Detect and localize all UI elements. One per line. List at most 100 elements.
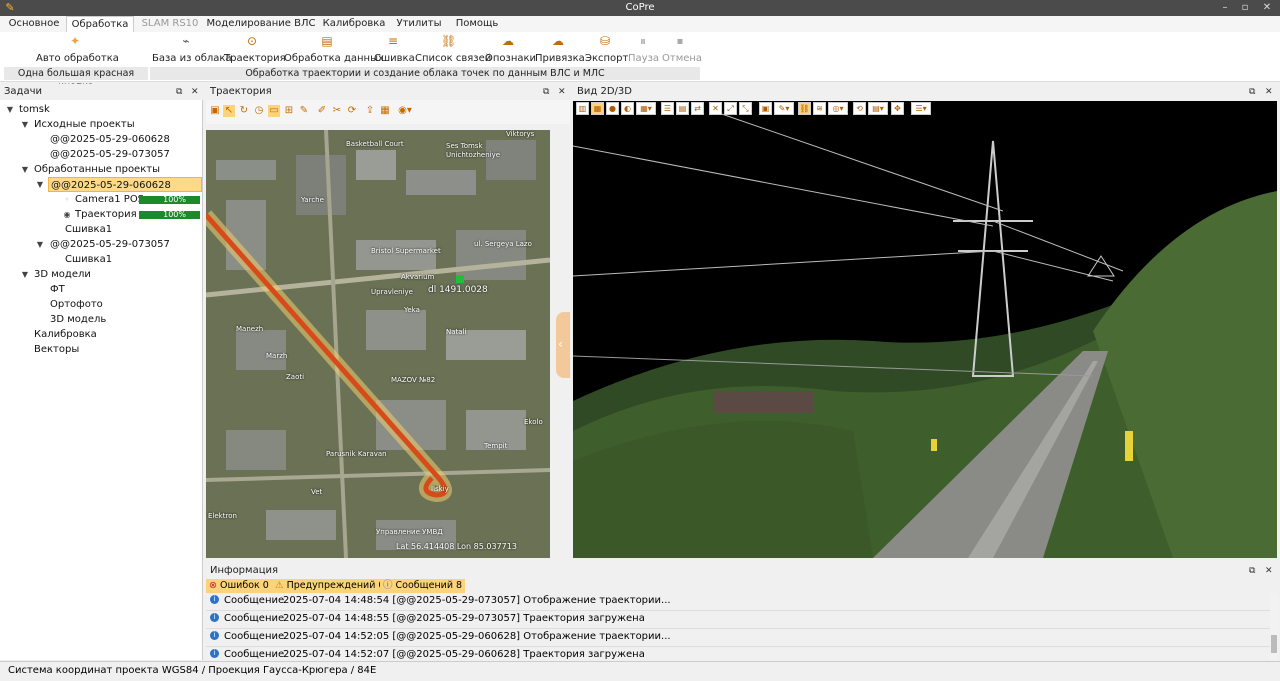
float-icon[interactable]: ⧉	[1249, 563, 1255, 579]
box-icon[interactable]: ▣	[759, 102, 772, 115]
tree-item-stitch-1[interactable]: Сшивка1	[65, 222, 112, 237]
menu-help[interactable]: Помощь	[450, 16, 504, 32]
stitch-button[interactable]: ≡ Сшивка	[374, 34, 415, 66]
slider-icon[interactable]: ☰	[661, 102, 674, 115]
collapse-handle[interactable]: ‹	[556, 312, 570, 378]
zoom-rect-icon[interactable]: ⊞	[283, 105, 295, 117]
menu-main[interactable]: Основное	[5, 16, 63, 32]
tree-item-vectors[interactable]: Векторы	[34, 342, 79, 357]
maximize-icon[interactable]: ▫	[1236, 0, 1254, 16]
binding-button[interactable]: ☁ Привязка	[535, 34, 585, 66]
log-row[interactable]: i Сообщение 2025-07-04 14:48:55 [@@2025-…	[206, 611, 1272, 629]
rotate-icon[interactable]: ↻	[238, 105, 250, 117]
tree-item-source-1[interactable]: @@2025-05-29-060628	[50, 132, 170, 147]
tree-item-processed-projects[interactable]: Обработанные проекты	[34, 162, 160, 177]
close-icon[interactable]: ✕	[1265, 563, 1273, 579]
expand-icon[interactable]: ▼	[20, 162, 30, 177]
data-processing-button[interactable]: ▤ Обработка данных	[284, 34, 384, 66]
axis-icon[interactable]: ⤢	[724, 102, 737, 115]
cancel-button[interactable]: ⏹ Отмена	[662, 34, 702, 66]
menu-processing[interactable]: Обработка	[66, 16, 134, 32]
tree-item-3d-models[interactable]: 3D модели	[34, 267, 91, 282]
rgb-icon[interactable]: ▦	[591, 102, 604, 115]
fit-view-icon[interactable]: ✥	[891, 102, 904, 115]
pause-button[interactable]: ⏸ Пауза	[628, 34, 659, 66]
trajectory-map[interactable]: Basketball Court Ses Tomsk Unichtozheniy…	[206, 130, 550, 558]
float-icon[interactable]: ⧉	[176, 84, 182, 100]
float-icon[interactable]: ⧉	[1249, 84, 1255, 100]
scrollbar-thumb[interactable]	[1271, 635, 1277, 653]
tree-item-ft[interactable]: ФТ	[50, 282, 65, 297]
tree-item-orthophoto[interactable]: Ортофото	[50, 297, 103, 312]
grid-dropdown-icon[interactable]: ▦▾	[636, 102, 656, 115]
auto-processing-button[interactable]: ✦ Авто обработка	[36, 34, 119, 66]
measure-icon[interactable]: ◷	[253, 105, 265, 117]
layers-view-icon[interactable]: ≋	[813, 102, 826, 115]
export-button[interactable]: ⛁ Экспорт	[585, 34, 628, 66]
log-row[interactable]: i Сообщение 2025-07-04 14:52:05 [@@2025-…	[206, 629, 1272, 647]
tree-item-processed-2[interactable]: @@2025-05-29-073057	[50, 237, 170, 252]
export-dropdown-icon[interactable]: ▤▾	[868, 102, 888, 115]
chevron-left-icon: ‹	[558, 337, 563, 351]
tree-item-source-2[interactable]: @@2025-05-29-073057	[50, 147, 170, 162]
tool-dropdown-icon[interactable]: ✎▾	[774, 102, 794, 115]
menu-utilities[interactable]: Утилиты	[392, 16, 446, 32]
menu-calibration[interactable]: Калибровка	[320, 16, 388, 32]
log-scrollbar[interactable]	[1270, 593, 1278, 660]
tree-item-trajectory[interactable]: Траектория	[75, 207, 137, 222]
pen-icon[interactable]: ✐	[316, 105, 328, 117]
cross-icon[interactable]: ✕	[709, 102, 722, 115]
tree-item-processed-1[interactable]: @@2025-05-29-060628	[48, 177, 202, 192]
cut-icon[interactable]: ✂	[331, 105, 343, 117]
export-map-icon[interactable]: ⇪	[364, 105, 376, 117]
scale-icon[interactable]: ⤡	[739, 102, 752, 115]
expand-icon[interactable]: ▼	[20, 267, 30, 282]
link-mode-icon[interactable]: ⛓	[798, 102, 811, 115]
expand-icon[interactable]: ▼	[20, 117, 30, 132]
close-icon[interactable]: ✕	[558, 84, 566, 100]
markers-button[interactable]: ☁ Опознаки	[485, 34, 536, 66]
menu-modeling[interactable]: Моделирование ВЛС	[206, 16, 316, 32]
expand-icon[interactable]: ▼	[5, 102, 15, 117]
float-icon[interactable]: ⧉	[543, 84, 549, 100]
minimize-icon[interactable]: –	[1216, 0, 1234, 16]
tree-item-tomsk[interactable]: tomsk	[19, 102, 50, 117]
flip-icon[interactable]: ⇄	[691, 102, 704, 115]
close-icon[interactable]: ✕	[191, 84, 199, 100]
tree-item-calibration[interactable]: Калибровка	[34, 327, 97, 342]
tree-item-stitch-2[interactable]: Сшивка1	[65, 252, 112, 267]
trajectory-button[interactable]: ⊙ Траектория	[224, 34, 286, 66]
window-title: CoPre	[625, 2, 655, 13]
layers-icon[interactable]: ▣	[209, 105, 221, 117]
settings-dropdown-icon[interactable]: ☰▾	[911, 102, 931, 115]
errors-filter[interactable]: ⊗ Ошибок 0	[206, 579, 272, 593]
refresh-icon[interactable]: ⟳	[346, 105, 358, 117]
table-icon[interactable]: ▤	[676, 102, 689, 115]
reset-view-icon[interactable]: ⟲	[853, 102, 866, 115]
rect-select-icon[interactable]: ▭	[268, 105, 280, 117]
base-from-cloud-button[interactable]: ⌁ База из облака	[152, 34, 232, 66]
expand-icon[interactable]: ▼	[35, 177, 45, 192]
save-map-icon[interactable]: ▦	[379, 105, 391, 117]
messages-filter[interactable]: ⓘ Сообщений 8	[380, 579, 466, 593]
tree-item-camera-pos[interactable]: Camera1 POS	[75, 192, 144, 207]
cloud-icon[interactable]: ◐	[621, 102, 634, 115]
close-icon[interactable]: ✕	[1265, 84, 1273, 100]
log-row[interactable]: i Сообщение 2025-07-04 14:48:54 [@@2025-…	[206, 593, 1272, 611]
tree-item-3d-model[interactable]: 3D модель	[50, 312, 106, 327]
view-dropdown-icon[interactable]: ◉▾	[396, 105, 414, 117]
eye-icon[interactable]: ◉	[62, 207, 72, 222]
camera-dropdown-icon[interactable]: ◎▾	[828, 102, 848, 115]
expand-icon[interactable]: ▼	[35, 237, 45, 252]
cloud-marker-icon: ☁	[502, 34, 514, 48]
palette-icon[interactable]: ●	[606, 102, 619, 115]
select-icon[interactable]: ↖	[223, 105, 235, 117]
menu-slam[interactable]: SLAM RS10	[138, 16, 202, 32]
color-scale-icon[interactable]: ▥	[576, 102, 589, 115]
tree-item-source-projects[interactable]: Исходные проекты	[34, 117, 135, 132]
link-list-button[interactable]: ⛓ Список связей	[415, 34, 491, 66]
close-icon[interactable]: ✕	[1258, 0, 1276, 16]
draw-icon[interactable]: ✎	[298, 105, 310, 117]
warnings-filter[interactable]: ⚠ Предупреждений 0	[272, 579, 388, 593]
point-cloud-view[interactable]	[573, 101, 1277, 558]
